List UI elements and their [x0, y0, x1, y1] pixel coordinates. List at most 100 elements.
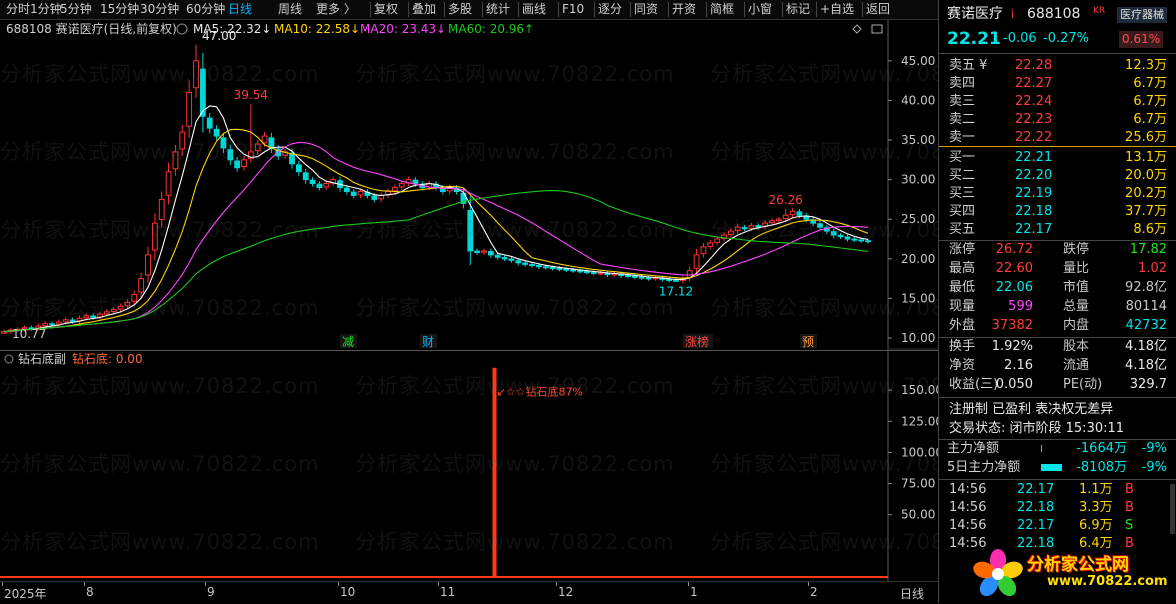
ask-row: 卖二 22.23 6.7万: [939, 110, 1176, 129]
bid-label: 买二: [949, 168, 976, 183]
stat-row: 最高 22.60 量比 1.02: [939, 259, 1176, 278]
candle-body: [481, 250, 487, 253]
flow-label: 主力净额: [947, 441, 1000, 456]
btn-diejia[interactable]: 叠加: [412, 0, 436, 19]
flow-value: -8108万: [1076, 460, 1127, 475]
ask-row: 卖五 ¥ 22.28 12.3万: [939, 56, 1176, 75]
candle-body: [309, 179, 316, 185]
candle-body: [529, 263, 535, 266]
stat-value: 1.92%: [991, 339, 1033, 354]
candle-body: [302, 172, 309, 181]
main-chart[interactable]: 45.00 40.00 35.00 30.00 25.00 20.00 15.00 10.00…: [0, 20, 938, 350]
candle-body: [179, 131, 186, 150]
tab-daily[interactable]: 日线: [228, 0, 252, 19]
candle-body: [124, 301, 131, 307]
ma10-label: MA10: 22.58↓: [274, 22, 360, 36]
y-tick-label: 15.00: [901, 291, 935, 305]
diamond-icon[interactable]: [852, 24, 862, 34]
candle-body: [535, 264, 542, 268]
ask-label: 卖一: [949, 130, 976, 145]
btn-duogu[interactable]: 多股: [448, 0, 472, 19]
candle-body: [666, 279, 673, 282]
price-annotation: 10.77: [12, 327, 46, 341]
tick-row: 14:56 22.17 6.9万 S: [939, 516, 1176, 535]
btn-zhufen[interactable]: 逐分: [598, 0, 622, 19]
indicator-title: 钻石底副: [18, 351, 66, 366]
ask-label: 卖四: [949, 76, 976, 91]
btn-back[interactable]: 返回: [866, 0, 890, 19]
bid-price: 22.18: [1015, 204, 1053, 219]
ask-volume: 6.7万: [1133, 112, 1167, 127]
ask-volume: 25.6万: [1125, 130, 1167, 145]
btn-kaizi[interactable]: 开资: [672, 0, 696, 19]
ask-label: 卖五 ¥: [949, 58, 988, 73]
bid-label: 买四: [949, 204, 976, 219]
amplitude-badge: 0.61%: [1119, 31, 1164, 48]
btn-biaoji[interactable]: 标记: [786, 0, 810, 19]
candle-body: [474, 250, 481, 253]
x-tick: [205, 582, 206, 586]
flow-pct: -9%: [1141, 441, 1167, 456]
stat-key: 现量: [949, 299, 976, 314]
candle-body: [673, 279, 679, 282]
bid-row: 买二 22.20 20.0万: [939, 166, 1176, 185]
tab-1min[interactable]: 1分钟: [30, 0, 62, 19]
candle-body: [42, 323, 49, 327]
candle-body: [625, 275, 631, 278]
btn-xiaochuang[interactable]: 小窗: [748, 0, 772, 19]
btn-tongji[interactable]: 统计: [486, 0, 510, 19]
indicator-settings-icon[interactable]: [4, 354, 14, 364]
ma-settings-icon[interactable]: [176, 23, 188, 35]
price-change-pct: -0.27%: [1043, 31, 1089, 46]
tab-more[interactable]: 更多 〉: [316, 0, 356, 19]
candle-body: [700, 246, 707, 255]
tick-price: 22.17: [1017, 518, 1055, 533]
flow-bar: [1041, 445, 1042, 452]
candle-body: [234, 160, 241, 169]
candle-body: [103, 311, 110, 315]
candle-body: [844, 236, 851, 240]
candle-body: [261, 135, 268, 144]
btn-huaxian[interactable]: 画线: [522, 0, 546, 19]
flower-logo-icon: [973, 549, 1023, 597]
info-mark[interactable]: i: [1011, 3, 1014, 25]
bid-price: 22.17: [1015, 222, 1053, 237]
tab-15min[interactable]: 15分钟: [100, 0, 139, 19]
candle-body: [501, 256, 508, 260]
price-change: -0.06: [1003, 31, 1037, 46]
industry-tag[interactable]: 医疗器械: [1117, 7, 1167, 23]
candle-body: [165, 171, 172, 196]
trade-status: 交易状态: 闭市阶段 15:30:11: [949, 421, 1125, 436]
tab-60min[interactable]: 60分钟: [186, 0, 225, 19]
tick-scrollbar[interactable]: [1170, 484, 1175, 534]
tick-side: B: [1125, 500, 1134, 515]
candle-body: [858, 239, 865, 242]
x-tick: [438, 582, 439, 586]
btn-jiankuang[interactable]: 简框: [710, 0, 734, 19]
tab-30min[interactable]: 30分钟: [140, 0, 179, 19]
window-icon[interactable]: [871, 24, 883, 34]
candle-body: [172, 151, 179, 170]
stat-value: 0.050: [995, 377, 1033, 392]
tick-volume: 6.9万: [1079, 518, 1113, 533]
event-marker: 财: [422, 335, 434, 349]
candle-body: [343, 187, 350, 193]
tab-fenshi[interactable]: 分时: [6, 0, 30, 19]
candle-body: [254, 143, 261, 152]
btn-tongzi[interactable]: 同资: [634, 0, 658, 19]
btn-f10[interactable]: F10: [562, 0, 584, 19]
bid-price: 22.20: [1015, 168, 1053, 183]
tab-weekly[interactable]: 周线: [278, 0, 302, 19]
indicator-chart[interactable]: 钻石底副钻石底: 0.00 150.00 125.00 100.00 75.00 50.0…: [0, 351, 938, 581]
candle-body: [145, 254, 151, 276]
stock-name[interactable]: 赛诺医疗: [947, 3, 1003, 25]
ask-price: 22.22: [1015, 130, 1053, 145]
tab-5min[interactable]: 5分钟: [60, 0, 92, 19]
x-tick: [688, 582, 689, 586]
bid-volume: 37.7万: [1125, 204, 1167, 219]
btn-zixuan[interactable]: +自选: [820, 0, 854, 19]
btn-fuquan[interactable]: 复权: [374, 0, 398, 19]
tick-time: 14:56: [949, 482, 987, 497]
period-label[interactable]: 日线: [900, 585, 924, 602]
candle-body: [769, 220, 775, 224]
